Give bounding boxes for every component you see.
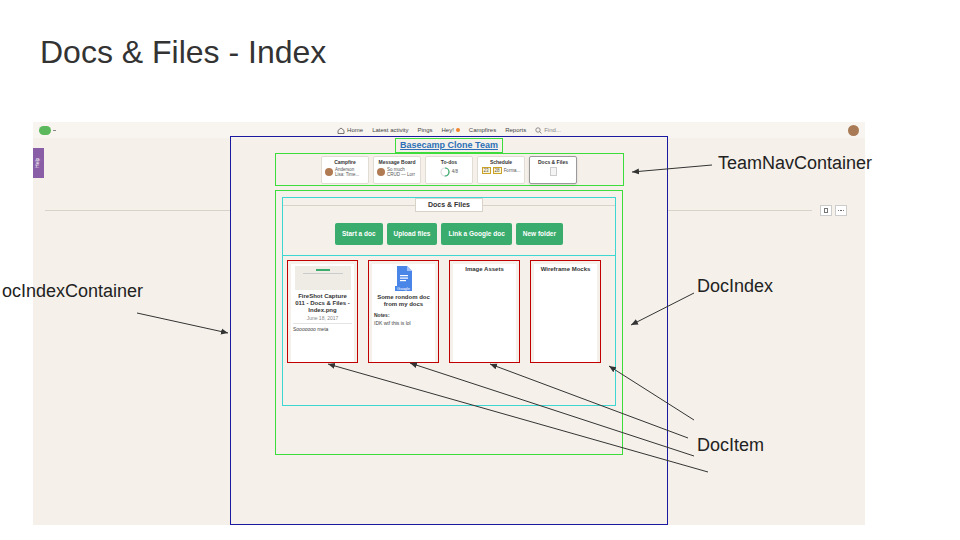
doc-note: IDK wtf this is lol [374, 320, 411, 326]
search-icon [535, 127, 542, 134]
doc-title: FireShot Capture 011 - Docs & Files - In… [293, 293, 352, 314]
nav-item[interactable]: Campfires [469, 126, 496, 135]
search-field[interactable]: Find... [535, 126, 561, 135]
arrow-icon [632, 165, 712, 172]
action-button[interactable]: New folder [516, 223, 563, 245]
doc-list: FireShot Capture 011 - Docs & Files - In… [283, 260, 615, 363]
calendar-date: 23 [482, 167, 491, 174]
tool-name: Docs & Files [538, 159, 568, 165]
doc-title: Image Assets [465, 266, 503, 273]
tool-card[interactable]: Schedule 2328Forma... [477, 156, 525, 184]
avatar-icon [377, 168, 385, 176]
google-doc-icon [396, 266, 412, 286]
logo-icon[interactable] [39, 126, 51, 135]
file-icon [550, 167, 557, 176]
divider-line [45, 210, 230, 211]
doc-title: Some rondom doc from my docs [374, 294, 433, 308]
tool-card[interactable]: Message Board So much CRUD — Lorr [373, 156, 421, 184]
nav-item[interactable]: Home [337, 126, 363, 135]
calendar-date: 28 [493, 167, 502, 174]
doc-index: Docs & Files Start a docUpload filesLink … [282, 197, 616, 406]
divider-line [668, 210, 812, 211]
google-badge: Google [395, 286, 412, 291]
team-nav-container: Campfire Anderson Lisa: Time... Message Bo… [275, 153, 624, 186]
index-divider [283, 255, 615, 256]
unread-dot-icon [456, 128, 460, 132]
team-name[interactable]: Basecamp Clone Team [395, 138, 503, 153]
tool-card[interactable]: To-dos 4/8 [425, 156, 473, 184]
annotation-arrows [0, 0, 960, 540]
app-screenshot: Home Latest activity Pings Hey! Campfires Rep… [33, 122, 865, 525]
annotation-label: TeamNavContainer [718, 152, 872, 174]
doc-title: Wireframe Mocks [541, 266, 591, 273]
action-button[interactable]: Upload files [387, 223, 438, 245]
tool-name: Campfire [334, 159, 356, 165]
annotation-label: ocIndexContainer [2, 280, 143, 302]
action-buttons: Start a docUpload filesLink a Google doc… [283, 223, 615, 245]
tool-name: Schedule [490, 159, 512, 165]
bookmark-icon[interactable] [820, 205, 832, 216]
tool-preview: Anderson Lisa: Time... [335, 167, 365, 177]
action-button[interactable]: Start a doc [335, 223, 383, 245]
tool-preview: So much CRUD — Lorr [387, 167, 417, 177]
tool-card[interactable]: Docs & Files [529, 156, 577, 184]
home-icon [337, 127, 345, 134]
logo-caret-icon[interactable] [53, 130, 56, 131]
arrow-icon [137, 313, 228, 333]
nav-item[interactable]: Hey! [442, 126, 460, 135]
doc-index-container: Basecamp Clone Team Campfire Anderson Lisa… [230, 136, 668, 525]
nav-item[interactable]: Latest activity [372, 126, 408, 135]
arrow-icon [410, 363, 694, 456]
doc-item[interactable]: Image Assets [449, 260, 520, 363]
tool-preview: Forma... [504, 168, 521, 173]
doc-note: Sooooooo meta [293, 326, 328, 332]
annotation-label: DocItem [697, 434, 764, 456]
doc-item[interactable]: FireShot Capture 011 - Docs & Files - In… [287, 260, 358, 363]
annotation-label: DocIndex [697, 275, 773, 297]
section-title: Docs & Files [415, 198, 483, 212]
arrow-icon [490, 364, 688, 438]
doc-item[interactable]: Wireframe Mocks [530, 260, 601, 363]
arrow-icon [609, 366, 694, 420]
notes-label: Notes: [374, 312, 390, 318]
tool-preview: 4/8 [452, 169, 458, 174]
main-nav: Home Latest activity Pings Hey! Campfires Rep… [337, 126, 561, 135]
help-tab[interactable]: Help [33, 148, 44, 178]
doc-item[interactable]: Google Some rondom doc from my docs Notes:… [368, 260, 439, 363]
user-avatar-icon[interactable] [848, 125, 859, 136]
tool-card[interactable]: Campfire Anderson Lisa: Time... [321, 156, 369, 184]
arrow-icon [328, 364, 708, 472]
slide-title: Docs & Files - Index [40, 32, 326, 72]
doc-date: June 18, 2017 [293, 315, 352, 324]
tool-name: Message Board [379, 159, 416, 165]
nav-item[interactable]: Pings [417, 126, 432, 135]
nav-item[interactable]: Reports [505, 126, 526, 135]
slide: Docs & Files - Index Home Latest activity P… [0, 0, 960, 540]
avatar-icon [325, 168, 333, 176]
action-button[interactable]: Link a Google doc [441, 223, 511, 245]
more-options-icon[interactable] [835, 205, 847, 216]
arrow-icon [631, 293, 694, 325]
tool-name: To-dos [441, 159, 457, 165]
image-thumbnail-icon [295, 266, 351, 290]
doc-index-panel: Docs & Files Start a docUpload filesLink … [275, 190, 623, 455]
progress-ring-icon [440, 167, 450, 177]
